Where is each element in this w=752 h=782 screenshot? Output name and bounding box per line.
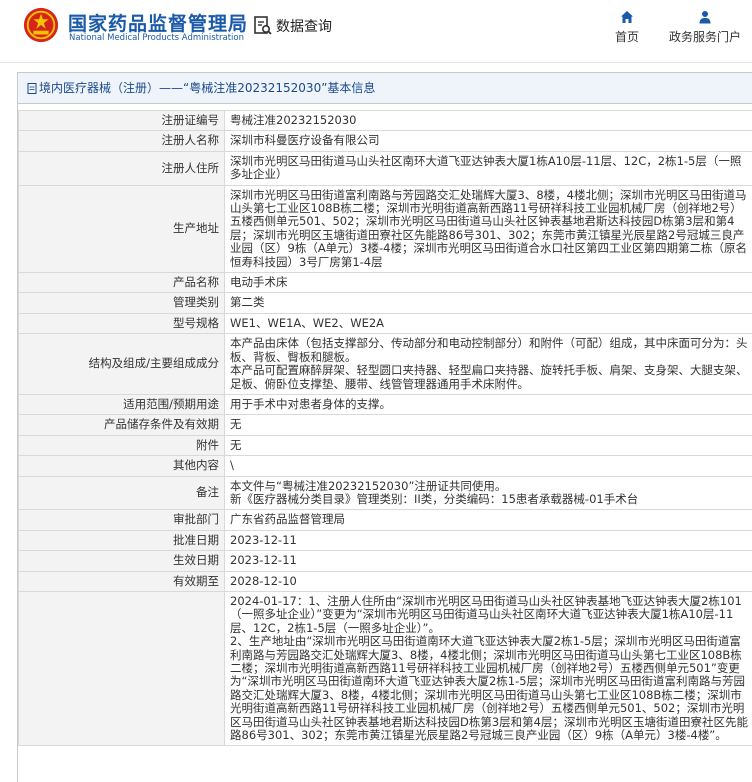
field-value: 无 [225,435,752,455]
nav-home-label: 首页 [615,28,639,45]
field-label: 有效期至 [19,571,225,591]
field-label: 产品名称 [19,273,225,293]
table-row: 其他内容\ [19,456,752,476]
table-row: 生效日期2023-12-11 [19,551,752,571]
field-value: 本文件与“粤械注准20232152030”注册证共同使用。 新《医疗器械分类目录… [225,476,752,510]
field-label: 其他内容 [19,456,225,476]
user-icon [698,10,712,24]
field-value: 粤械注准20232152030 [225,111,752,131]
field-value: 2024-01-17：1、注册人住所由“深圳市光明区马田街道马山头社区钟表基地飞… [225,591,752,745]
detail-panel: 境内医疗器械（注册）——“粤械注准20232152030”基本信息 注册证编号粤… [17,72,752,782]
breadcrumb-text: 境内医疗器械（注册）——“粤械注准20232152030”基本信息 [39,73,375,103]
field-value: 电动手术床 [225,273,752,293]
field-label: 审批部门 [19,510,225,530]
field-value: WE1、WE1A、WE2、WE2A [225,313,752,333]
national-emblem-icon[interactable] [22,6,60,44]
field-label [19,591,225,745]
field-value: 2028-12-10 [225,571,752,591]
field-value: 第二类 [225,293,752,313]
document-icon [27,83,37,94]
registration-info-table: 注册证编号粤械注准20232152030注册人名称深圳市科曼医疗设备有限公司注册… [18,110,752,746]
field-label: 注册人住所 [19,151,225,185]
field-value: 2023-12-11 [225,551,752,571]
table-row: 备注本文件与“粤械注准20232152030”注册证共同使用。 新《医疗器械分类… [19,476,752,510]
field-value: 用于手术中对患者身体的支撑。 [225,394,752,414]
field-value: 深圳市光明区马田街道马山头社区南环大道飞亚达钟表大厦1栋A10层-11层、12C… [225,151,752,185]
site-header: 国家药品监督管理局 National Medical Products Admi… [0,0,752,63]
table-row: 注册人住所深圳市光明区马田街道马山头社区南环大道飞亚达钟表大厦1栋A10层-11… [19,151,752,185]
field-label: 适用范围/预期用途 [19,394,225,414]
table-row: 注册证编号粤械注准20232152030 [19,111,752,131]
table-row: 结构及组成/主要组成成分本产品由床体（包括支撑部分、传动部分和电动控制部分）和附… [19,334,752,395]
field-value: \ [225,456,752,476]
data-query-label: 数据查询 [276,16,332,36]
field-label: 批准日期 [19,530,225,550]
table-row: 审批部门广东省药品监督管理局 [19,510,752,530]
field-value: 本产品由床体（包括支撑部分、传动部分和电动控制部分）和附件（可配）组成，其中床面… [225,334,752,395]
field-label: 型号规格 [19,313,225,333]
field-value: 无 [225,415,752,435]
field-label: 注册证编号 [19,111,225,131]
field-label: 产品储存条件及有效期 [19,415,225,435]
table-row: 产品名称电动手术床 [19,273,752,293]
table-row: 适用范围/预期用途用于手术中对患者身体的支撑。 [19,394,752,414]
field-value: 2023-12-11 [225,530,752,550]
table-row: 附件无 [19,435,752,455]
nav-government-portal-label: 政务服务门户 [669,28,741,45]
table-row: 有效期至2028-12-10 [19,571,752,591]
document-search-icon [254,16,272,36]
nav-home[interactable]: 首页 [615,10,639,45]
field-label: 生产地址 [19,185,225,272]
field-value: 深圳市科曼医疗设备有限公司 [225,131,752,151]
field-value: 深圳市光明区马田街道富利南路与芳园路交汇处瑞辉大厦3、8楼，4楼北侧；深圳市光明… [225,185,752,272]
table-row: 生产地址深圳市光明区马田街道富利南路与芳园路交汇处瑞辉大厦3、8楼，4楼北侧；深… [19,185,752,272]
data-query-link[interactable]: 数据查询 [254,15,332,37]
table-row: 产品储存条件及有效期无 [19,415,752,435]
field-label: 注册人名称 [19,131,225,151]
table-row: 批准日期2023-12-11 [19,530,752,550]
breadcrumb: 境内医疗器械（注册）——“粤械注准20232152030”基本信息 [18,73,752,104]
field-label: 备注 [19,476,225,510]
home-icon [620,10,634,24]
org-name-cn: 国家药品监督管理局 [68,9,248,36]
field-label: 结构及组成/主要组成成分 [19,334,225,395]
field-label: 生效日期 [19,551,225,571]
org-name-en: National Medical Products Administration [69,33,244,43]
table-row: 注册人名称深圳市科曼医疗设备有限公司 [19,131,752,151]
nav-government-portal[interactable]: 政务服务门户 [669,10,741,45]
table-row: 管理类别第二类 [19,293,752,313]
field-label: 附件 [19,435,225,455]
field-label: 管理类别 [19,293,225,313]
table-row: 2024-01-17：1、注册人住所由“深圳市光明区马田街道马山头社区钟表基地飞… [19,591,752,745]
table-row: 型号规格WE1、WE1A、WE2、WE2A [19,313,752,333]
field-value: 广东省药品监督管理局 [225,510,752,530]
